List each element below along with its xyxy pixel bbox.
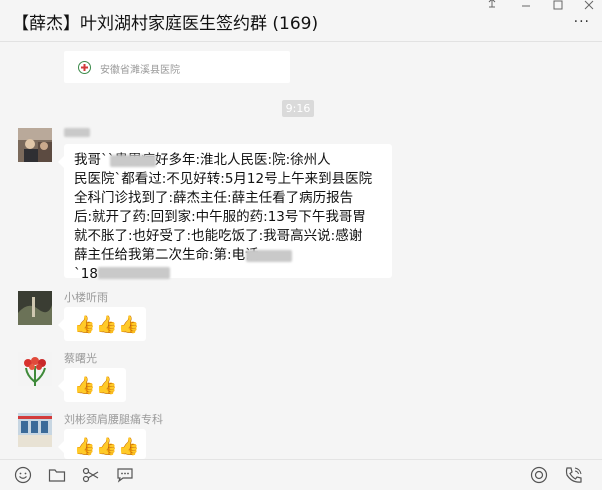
sender-name: 蔡曙光	[64, 352, 97, 365]
scissors-icon[interactable]	[82, 466, 102, 488]
chat-bubble-icon[interactable]	[116, 466, 134, 488]
phone-icon[interactable]	[564, 466, 584, 488]
message-line: 全科门诊找到了:薛杰主任:薛主任看了病历报告	[74, 190, 354, 206]
folder-icon[interactable]	[48, 466, 66, 488]
input-toolbar	[0, 459, 602, 490]
link-card-source: 安徽省濉溪县医院	[100, 65, 180, 76]
emoji-icon[interactable]	[14, 466, 32, 488]
more-icon[interactable]: ···	[574, 14, 590, 30]
timestamp: 9:16	[282, 100, 314, 117]
sender-name: 小楼听雨	[64, 291, 108, 304]
avatar[interactable]	[18, 128, 52, 162]
message-text: 我哥``患胃病好多年:淮北人民医:院:徐州人 民医院`都看过:不见好转:5月12…	[74, 151, 394, 284]
live-icon[interactable]	[530, 466, 548, 488]
hospital-logo-icon	[78, 61, 91, 74]
title-bar: 【薛杰】叶刘湖村家庭医生签约群 (169) ···	[0, 0, 602, 40]
redacted-name	[110, 155, 156, 167]
message-bubble[interactable]: 👍👍👍	[58, 307, 146, 341]
message-line: 民医院`都看过:不见好转:5月12号上午来到县医院	[74, 171, 373, 187]
thumbs-up-reaction: 👍👍👍	[74, 437, 141, 457]
thumbs-up-reaction: 👍👍👍	[74, 315, 141, 335]
message-bubble[interactable]: 我哥``患胃病好多年:淮北人民医:院:徐州人 民医院`都看过:不见好转:5月12…	[58, 144, 392, 282]
avatar[interactable]	[18, 413, 52, 447]
chat-title: 【薛杰】叶刘湖村家庭医生签约群 (169)	[12, 14, 319, 34]
message-line: 就不胀了:也好受了:也能吃饭了:我哥高兴说:感谢	[74, 228, 363, 244]
avatar[interactable]	[18, 291, 52, 325]
message-bubble[interactable]: 👍👍	[58, 368, 126, 402]
thumbs-up-reaction: 👍👍	[74, 376, 119, 396]
redacted-name	[246, 250, 292, 262]
sender-name: 刘彬颈肩腰腿痛专科	[64, 413, 163, 426]
close-icon[interactable]	[583, 0, 595, 14]
minimize-icon[interactable]	[520, 0, 532, 15]
maximize-icon[interactable]	[552, 0, 564, 14]
avatar[interactable]	[18, 352, 52, 386]
message-line: 薛主任给我第二次生命:第:电话	[74, 247, 259, 263]
link-card[interactable]: 安徽省濉溪县医院	[64, 51, 290, 83]
sender-name	[64, 126, 90, 139]
redacted-phone	[97, 267, 170, 279]
message-bubble[interactable]: 👍👍👍	[58, 429, 146, 459]
pin-icon[interactable]	[486, 0, 498, 13]
message-list[interactable]: 安徽省濉溪县医院 9:16 我哥``患胃病好多年:淮北人民医:院:徐州人 民医院…	[0, 42, 602, 459]
redacted-name	[64, 128, 90, 137]
message-line: `18	[74, 266, 98, 282]
message-line: 后:就开了药:回到家:中午服的药:13号下午我哥胃	[74, 209, 366, 225]
